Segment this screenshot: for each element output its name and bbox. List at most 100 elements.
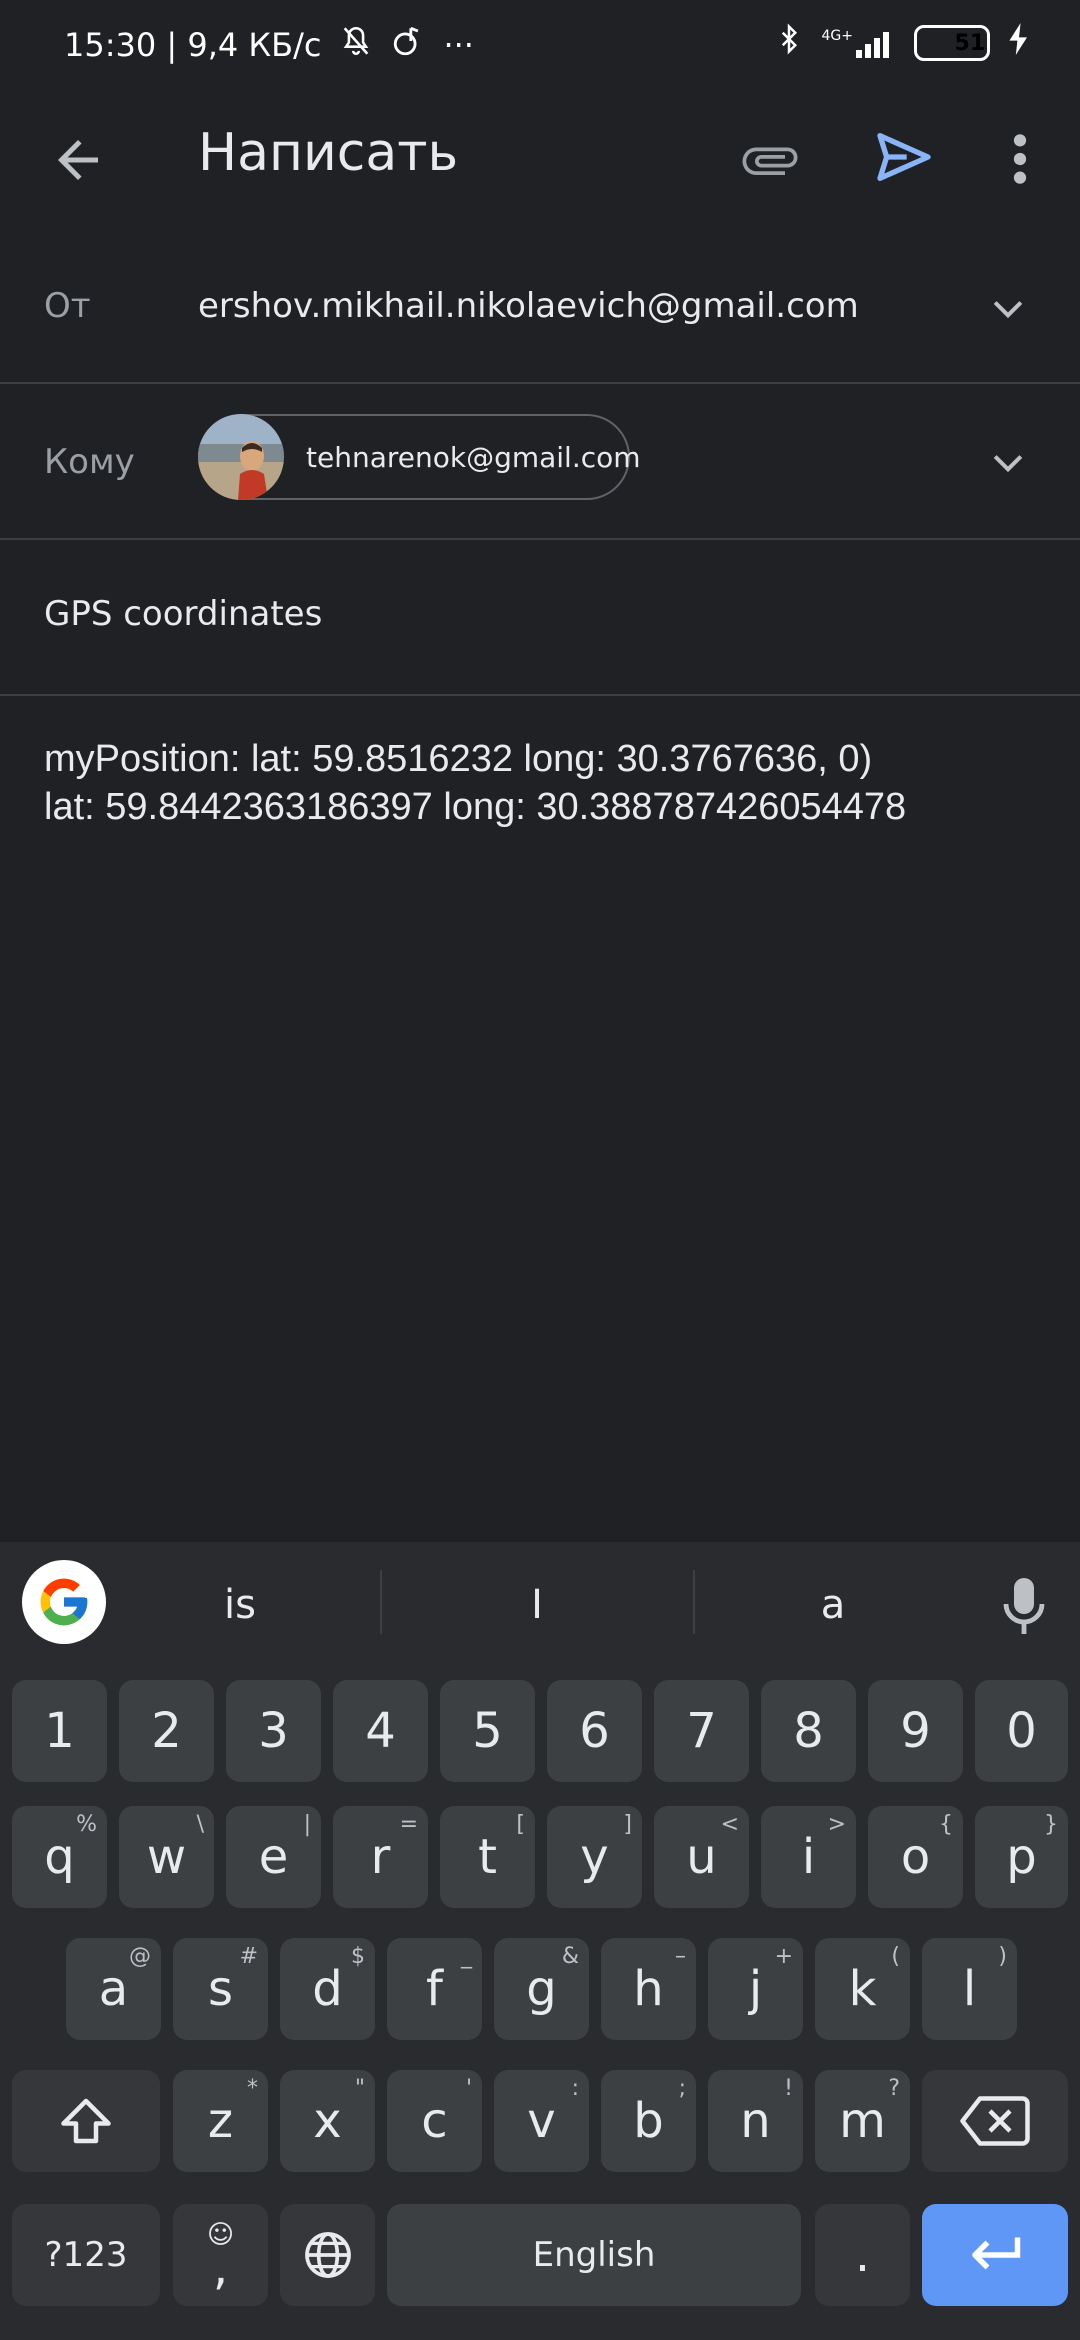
space-key[interactable]: English <box>387 2204 801 2306</box>
chevron-down-icon <box>993 301 1023 319</box>
key-p[interactable]: p} <box>975 1806 1068 1908</box>
voice-input-button[interactable] <box>1000 1574 1048 1638</box>
key-char: c <box>421 2093 448 2149</box>
arrow-back-icon <box>58 140 98 180</box>
key-v[interactable]: v: <box>494 2070 589 2172</box>
status-left: 15:30 | 9,4 КБ/с ··· <box>64 24 474 66</box>
avatar <box>198 414 284 500</box>
signal-icon: 4G+ <box>822 28 897 58</box>
suggestion-item[interactable]: a <box>733 1582 933 1628</box>
send-button[interactable] <box>872 125 936 189</box>
recipient-chip[interactable]: tehnarenok@gmail.com <box>198 414 641 500</box>
backspace-key[interactable] <box>922 2070 1068 2172</box>
key-alt-char: < <box>720 1812 739 1837</box>
key-alt-char: ( <box>891 1944 900 1969</box>
key-alt-char: @ <box>129 1944 151 1969</box>
key-char: e <box>258 1829 289 1885</box>
to-label: Кому <box>44 442 135 482</box>
language-key[interactable] <box>280 2204 375 2306</box>
key-e[interactable]: e | <box>226 1806 321 1908</box>
to-expand-button[interactable] <box>986 440 1030 484</box>
key-o[interactable]: o{ <box>868 1806 963 1908</box>
key-char: o <box>900 1829 931 1885</box>
shift-key[interactable] <box>12 2070 160 2172</box>
google-button[interactable] <box>22 1560 106 1644</box>
key-x[interactable]: x " <box>280 2070 375 2172</box>
key-q[interactable]: q% <box>12 1806 107 1908</box>
key-alt-char: $ <box>351 1944 365 1969</box>
key-2[interactable]: 2 <box>119 1680 214 1782</box>
key-f[interactable]: f _ <box>387 1938 482 2040</box>
symbols-key[interactable]: ?123 <box>12 2204 160 2306</box>
key-9[interactable]: 9 <box>868 1680 963 1782</box>
google-logo-icon <box>40 1578 88 1626</box>
key-k[interactable]: k( <box>815 1938 910 2040</box>
battery-level: 51 <box>954 30 986 56</box>
key-l[interactable]: l) <box>922 1938 1017 2040</box>
key-alt-char: ) <box>998 1944 1007 1969</box>
attach-button[interactable] <box>740 130 800 190</box>
key-char: u <box>686 1829 717 1885</box>
key-z[interactable]: z * <box>173 2070 268 2172</box>
key-b[interactable]: b; <box>601 2070 696 2172</box>
suggestion-item[interactable]: I <box>437 1582 637 1628</box>
key-alt-char: " <box>354 2076 365 2101</box>
from-expand-button[interactable] <box>986 286 1030 330</box>
recipient-email: tehnarenok@gmail.com <box>306 440 641 474</box>
key-j[interactable]: j + <box>708 1938 803 2040</box>
suggestion-item[interactable]: is <box>140 1582 340 1628</box>
key-alt-char: _ <box>461 1944 472 1969</box>
suggestion-divider <box>693 1570 695 1634</box>
from-address[interactable]: ershov.mikhail.nikolaevich@gmail.com <box>198 286 859 326</box>
key-alt-char: ? <box>888 2076 900 2101</box>
to-row: Кому tehnarenok@gmail.com <box>0 384 1080 540</box>
key-n[interactable]: n! <box>708 2070 803 2172</box>
key-m[interactable]: m? <box>815 2070 910 2172</box>
send-icon <box>877 133 931 181</box>
period-key[interactable]: . <box>815 2204 910 2306</box>
key-alt-char: ' <box>465 2076 472 2101</box>
from-row: От ershov.mikhail.nikolaevich@gmail.com <box>0 228 1080 384</box>
key-t[interactable]: t[ <box>440 1806 535 1908</box>
subject-field[interactable]: GPS coordinates <box>44 594 322 634</box>
key-c[interactable]: c ' <box>387 2070 482 2172</box>
key-7[interactable]: 7 <box>654 1680 749 1782</box>
body-line: lat: 59.8442363186397 long: 30.388787426… <box>44 786 907 828</box>
key-u[interactable]: u < <box>654 1806 749 1908</box>
globe-icon <box>304 2232 351 2278</box>
key-char: a <box>98 1961 129 2017</box>
back-button[interactable] <box>48 130 108 190</box>
key-char: x <box>313 2093 342 2149</box>
key-4[interactable]: 4 <box>333 1680 428 1782</box>
key-g[interactable]: g & <box>494 1938 589 2040</box>
key-d[interactable]: d $ <box>280 1938 375 2040</box>
key-char: d <box>312 1961 343 2017</box>
key-0[interactable]: 0 <box>975 1680 1068 1782</box>
key-char: z <box>207 2093 234 2149</box>
more-vert-icon <box>1013 134 1027 184</box>
suggestion-divider <box>380 1570 382 1634</box>
key-1[interactable]: 1 <box>12 1680 107 1782</box>
more-options-button[interactable] <box>1000 127 1040 191</box>
key-char: q <box>44 1829 75 1885</box>
key-i[interactable]: i > <box>761 1806 856 1908</box>
enter-key[interactable] <box>922 2204 1068 2306</box>
key-8[interactable]: 8 <box>761 1680 856 1782</box>
key-char: h <box>633 1961 664 2017</box>
key-3[interactable]: 3 <box>226 1680 321 1782</box>
key-char: y <box>580 1829 609 1885</box>
key-a[interactable]: a @ <box>66 1938 161 2040</box>
key-alt-char: [ <box>516 1812 525 1837</box>
key-5[interactable]: 5 <box>440 1680 535 1782</box>
key-w[interactable]: w \ <box>119 1806 214 1908</box>
key-r[interactable]: r = <box>333 1806 428 1908</box>
app-bar: Написать <box>0 95 1080 215</box>
page-title: Написать <box>198 123 459 183</box>
key-s[interactable]: s # <box>173 1938 268 2040</box>
key-h[interactable]: h – <box>601 1938 696 2040</box>
emoji-comma-key[interactable]: ☺ , <box>173 2204 268 2306</box>
key-6[interactable]: 6 <box>547 1680 642 1782</box>
key-y[interactable]: y] <box>547 1806 642 1908</box>
message-body[interactable]: myPosition: lat: 59.8516232 long: 30.376… <box>44 735 1044 831</box>
key-char: t <box>478 1829 497 1885</box>
